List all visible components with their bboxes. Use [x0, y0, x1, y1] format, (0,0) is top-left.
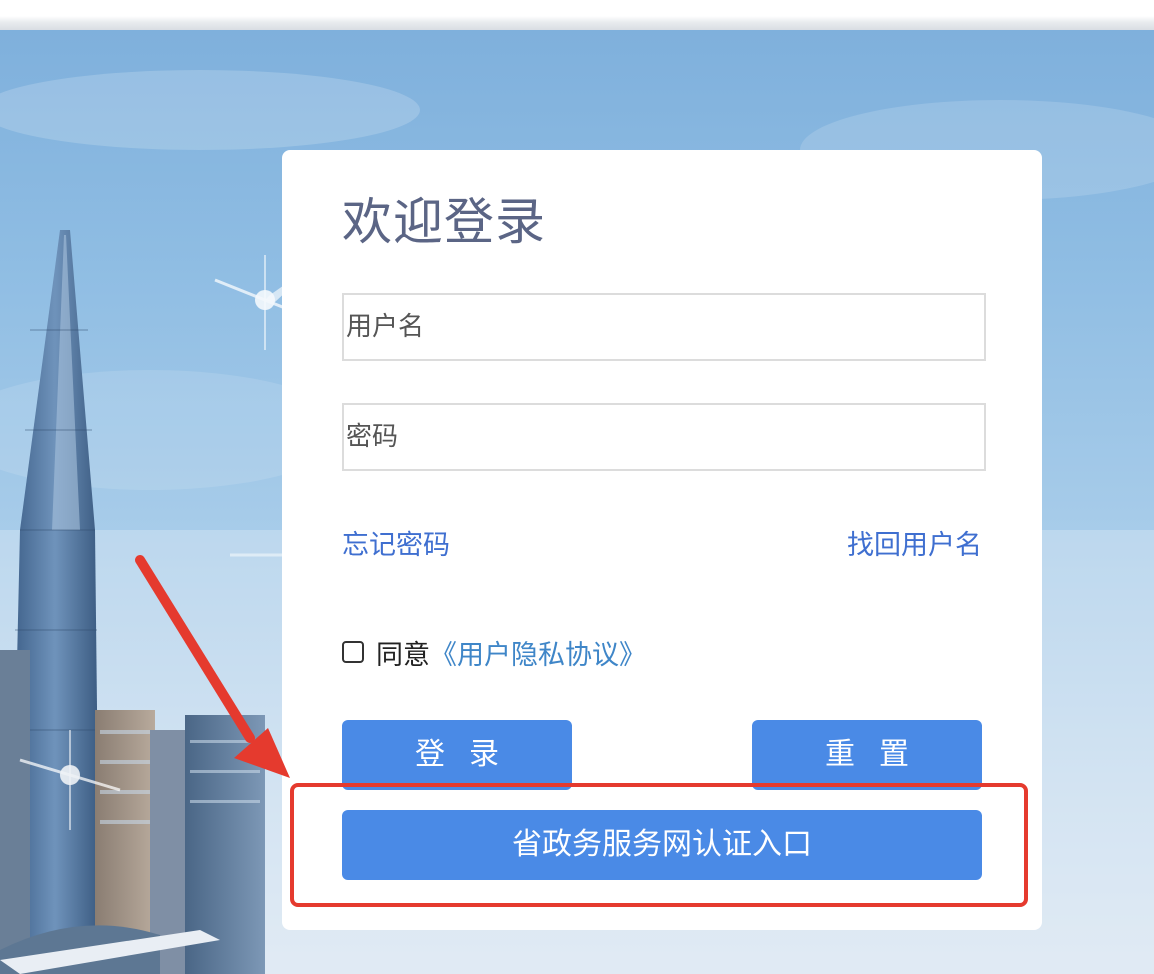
annotation-highlight-box	[290, 783, 1028, 907]
top-bar	[0, 0, 1154, 30]
username-field[interactable]	[342, 293, 986, 361]
forgot-password-link[interactable]: 忘记密码	[342, 528, 450, 564]
password-input[interactable]	[344, 405, 984, 469]
username-input[interactable]	[344, 295, 984, 359]
privacy-agreement-link[interactable]: 《用户隐私协议》	[430, 633, 646, 672]
login-button[interactable]: 登录	[342, 720, 572, 790]
agreement-row: 同意 《用户隐私协议》	[342, 633, 646, 672]
reset-button[interactable]: 重置	[752, 720, 982, 790]
retrieve-username-link[interactable]: 找回用户名	[847, 528, 982, 564]
login-title: 欢迎登录	[342, 193, 546, 251]
agreement-checkbox[interactable]	[342, 641, 364, 663]
password-field[interactable]	[342, 403, 986, 471]
agree-label: 同意	[376, 639, 430, 671]
